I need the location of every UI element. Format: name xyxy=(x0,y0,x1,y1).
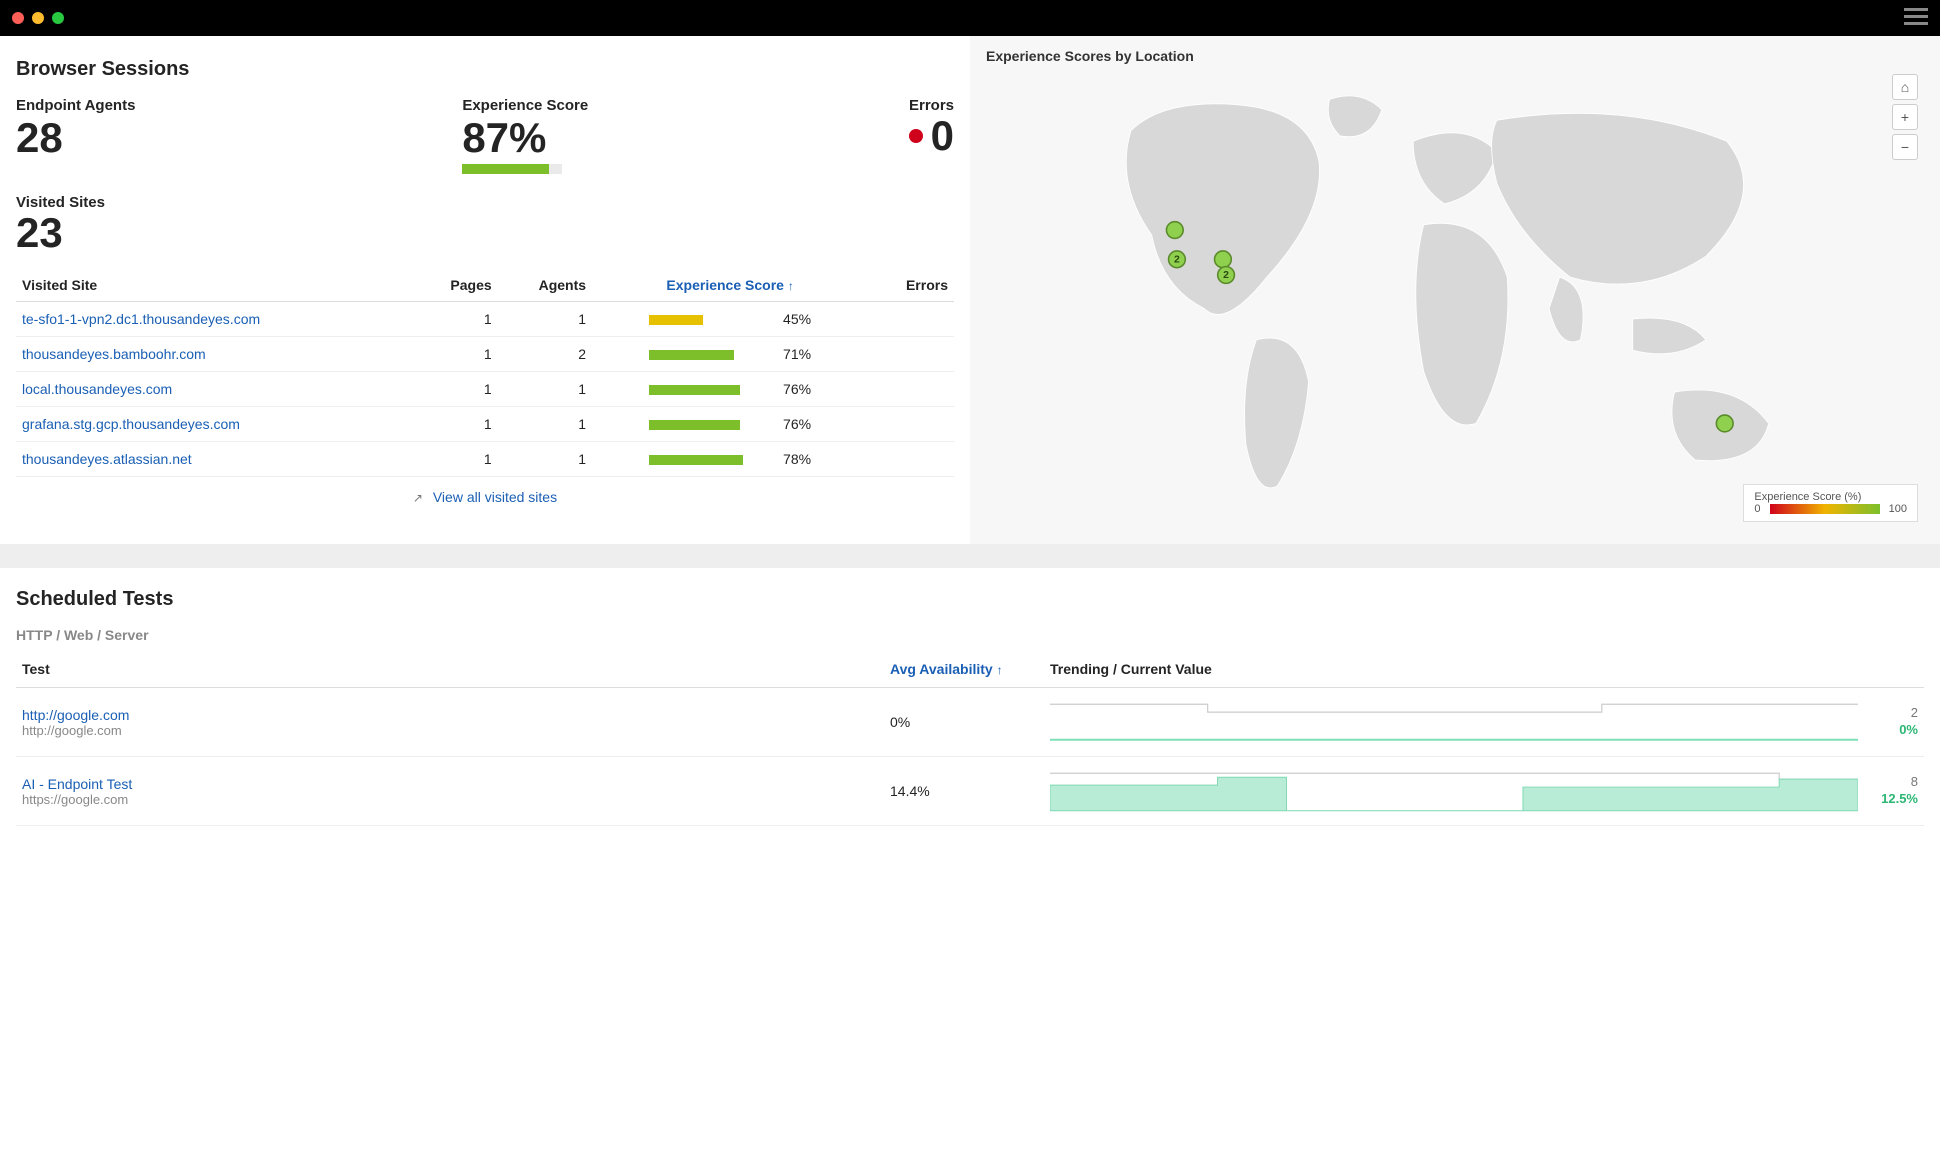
pages-cell: 1 xyxy=(413,337,498,372)
table-row: grafana.stg.gcp.thousandeyes.com 11 76% xyxy=(16,407,954,442)
table-row: AI - Endpoint Testhttps://google.com 14.4… xyxy=(16,757,1924,826)
legend-title: Experience Score (%) xyxy=(1754,491,1907,503)
metric-value: 23 xyxy=(16,211,954,255)
test-name-link[interactable]: http://google.com xyxy=(22,707,878,723)
table-row: local.thousandeyes.com 11 76% xyxy=(16,372,954,407)
map-zoom-out-button[interactable]: − xyxy=(1892,134,1918,160)
pages-cell: 1 xyxy=(413,372,498,407)
metric-experience-score: Experience Score 87% xyxy=(462,97,868,174)
errors-cell xyxy=(868,302,954,337)
metric-endpoint-agents: Endpoint Agents 28 xyxy=(16,97,422,174)
pages-cell: 1 xyxy=(413,442,498,477)
map-title: Experience Scores by Location xyxy=(986,48,1924,64)
external-link-icon: ↗ xyxy=(413,491,423,505)
view-all-visited-sites-link[interactable]: View all visited sites xyxy=(433,489,557,505)
map-zoom-in-button[interactable]: + xyxy=(1892,104,1918,130)
window-minimize-icon[interactable] xyxy=(32,12,44,24)
error-status-dot-icon xyxy=(909,129,923,143)
col-test[interactable]: Test xyxy=(16,651,884,688)
experience-cell: 76% xyxy=(592,407,868,442)
col-experience-score[interactable]: Experience Score ↑ xyxy=(592,269,868,302)
experience-cell: 78% xyxy=(592,442,868,477)
metric-value: 0 xyxy=(931,114,954,158)
metric-label: Experience Score xyxy=(462,97,868,114)
errors-cell xyxy=(868,337,954,372)
window-traffic-lights xyxy=(12,12,64,24)
map-location-marker[interactable] xyxy=(1215,251,1232,268)
agents-cell: 1 xyxy=(498,302,592,337)
window-maximize-icon[interactable] xyxy=(52,12,64,24)
table-row: thousandeyes.atlassian.net 11 78% xyxy=(16,442,954,477)
pages-cell: 1 xyxy=(413,302,498,337)
experience-score-bar xyxy=(462,164,562,174)
map-location-marker[interactable] xyxy=(1166,222,1183,239)
trending-values: 20% xyxy=(1864,688,1924,757)
table-row: te-sfo1-1-vpn2.dc1.thousandeyes.com 11 45… xyxy=(16,302,954,337)
metric-visited-sites: Visited Sites 23 xyxy=(16,194,954,255)
sort-ascending-icon: ↑ xyxy=(788,279,794,293)
scheduled-tests-table: Test Avg Availability ↑ Trending / Curre… xyxy=(16,651,1924,826)
browser-sessions-title: Browser Sessions xyxy=(16,58,954,81)
scheduled-tests-panel: Scheduled Tests HTTP / Web / Server Test… xyxy=(0,568,1940,856)
browser-sessions-panel: Browser Sessions Endpoint Agents 28 Expe… xyxy=(0,36,970,544)
errors-cell xyxy=(868,407,954,442)
trending-values: 812.5% xyxy=(1864,757,1924,826)
world-map[interactable]: 2 2 ⌂ + − Experience Score (%) 0 100 xyxy=(986,68,1924,528)
legend-gradient-icon xyxy=(1770,504,1880,514)
col-agents[interactable]: Agents xyxy=(498,269,592,302)
map-marker-count: 2 xyxy=(1174,254,1180,265)
scheduled-tests-subheading: HTTP / Web / Server xyxy=(16,627,1924,643)
experience-cell: 76% xyxy=(592,372,868,407)
errors-cell xyxy=(868,372,954,407)
visited-site-link[interactable]: te-sfo1-1-vpn2.dc1.thousandeyes.com xyxy=(22,311,260,327)
test-name-link[interactable]: AI - Endpoint Test xyxy=(22,776,878,792)
map-location-marker[interactable] xyxy=(1716,415,1733,432)
col-avg-availability[interactable]: Avg Availability ↑ xyxy=(884,651,1044,688)
map-panel: Experience Scores by Location xyxy=(970,36,1940,544)
col-errors[interactable]: Errors xyxy=(868,269,954,302)
table-row: thousandeyes.bamboohr.com 12 71% xyxy=(16,337,954,372)
visited-site-link[interactable]: thousandeyes.bamboohr.com xyxy=(22,346,206,362)
map-legend: Experience Score (%) 0 100 xyxy=(1743,484,1918,522)
hamburger-menu-button[interactable] xyxy=(1904,8,1928,25)
metric-value: 28 xyxy=(16,116,422,160)
visited-site-link[interactable]: thousandeyes.atlassian.net xyxy=(22,451,192,467)
window-close-icon[interactable] xyxy=(12,12,24,24)
table-row: http://google.comhttp://google.com 0% 20% xyxy=(16,688,1924,757)
avg-availability-cell: 0% xyxy=(884,688,1044,757)
map-marker-count: 2 xyxy=(1223,270,1229,281)
agents-cell: 1 xyxy=(498,372,592,407)
metric-label: Endpoint Agents xyxy=(16,97,422,114)
agents-cell: 1 xyxy=(498,407,592,442)
window-titlebar xyxy=(0,0,1940,36)
legend-max: 100 xyxy=(1889,503,1907,515)
agents-cell: 2 xyxy=(498,337,592,372)
avg-availability-cell: 14.4% xyxy=(884,757,1044,826)
errors-cell xyxy=(868,442,954,477)
experience-cell: 45% xyxy=(592,302,868,337)
trending-sparkline[interactable] xyxy=(1044,688,1864,757)
test-subtitle: http://google.com xyxy=(22,723,878,738)
agents-cell: 1 xyxy=(498,442,592,477)
metric-label: Visited Sites xyxy=(16,194,954,211)
pages-cell: 1 xyxy=(413,407,498,442)
visited-sites-table: Visited Site Pages Agents Experience Sco… xyxy=(16,269,954,477)
scheduled-tests-title: Scheduled Tests xyxy=(16,588,1924,611)
metric-errors: Errors 0 xyxy=(909,97,954,174)
col-visited-site[interactable]: Visited Site xyxy=(16,269,413,302)
trending-sparkline[interactable] xyxy=(1044,757,1864,826)
sort-ascending-icon: ↑ xyxy=(997,663,1003,677)
metric-value: 87% xyxy=(462,116,868,160)
visited-site-link[interactable]: local.thousandeyes.com xyxy=(22,381,172,397)
visited-site-link[interactable]: grafana.stg.gcp.thousandeyes.com xyxy=(22,416,240,432)
test-subtitle: https://google.com xyxy=(22,792,878,807)
col-pages[interactable]: Pages xyxy=(413,269,498,302)
section-divider xyxy=(0,544,1940,568)
legend-min: 0 xyxy=(1754,503,1760,515)
map-home-button[interactable]: ⌂ xyxy=(1892,74,1918,100)
col-trending[interactable]: Trending / Current Value xyxy=(1044,651,1864,688)
experience-cell: 71% xyxy=(592,337,868,372)
